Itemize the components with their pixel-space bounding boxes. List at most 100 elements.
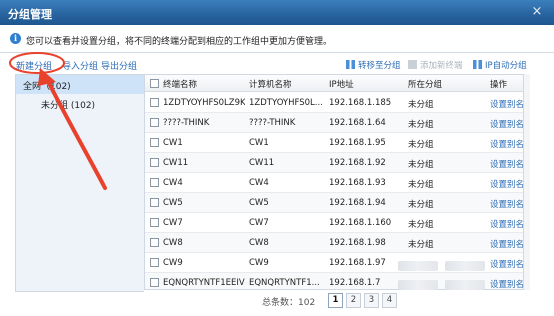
cell-name: CW4 — [163, 178, 183, 188]
table-header: 终端名称 计算机名称 IP地址 所在分组 操作 — [145, 75, 523, 92]
cell-name: CW7 — [163, 218, 183, 228]
set-alias-link[interactable]: 设置别名 — [490, 218, 523, 230]
toolbar: 新建分组 导入分组 导出分组 转移至分组 添加新终端 IP自动分组 — [0, 52, 554, 74]
cell-computer: CW8 — [249, 238, 269, 248]
cell-computer: ????-THINK — [249, 118, 296, 128]
ip-group-icon — [473, 60, 482, 69]
cell-computer: 1ZDTYOYHFS0L... — [249, 98, 323, 108]
cell-ip: 192.168.1.95 — [329, 138, 386, 148]
header-group[interactable]: 所在分组 — [408, 78, 480, 90]
title-bar: 分组管理 × — [0, 0, 554, 25]
header-name[interactable]: 终端名称 — [163, 78, 245, 90]
cell-computer: CW7 — [249, 218, 269, 228]
cell-name: CW5 — [163, 198, 183, 208]
table-row[interactable]: CW5 CW5 192.168.1.94 未分组 设置别名 — [145, 193, 523, 213]
set-alias-link[interactable]: 设置别名 — [490, 98, 523, 110]
row-checkbox[interactable] — [150, 158, 159, 167]
set-alias-link[interactable]: 设置别名 — [490, 138, 523, 150]
cell-ip: 192.168.1.7 — [329, 278, 381, 288]
window-title: 分组管理 — [8, 8, 52, 21]
cell-computer: CW9 — [249, 258, 269, 268]
info-bar: i 您可以查看并设置分组，将不同的终端分配到相应的工作组中更加方便管理。 — [0, 25, 554, 51]
table-row[interactable]: CW8 CW8 192.168.1.98 未分组 设置别名 — [145, 233, 523, 253]
add-terminal-icon — [408, 60, 417, 69]
page-3-button[interactable]: 3 — [364, 293, 379, 308]
table-row[interactable]: 1ZDTYOYHFS0LZ9K 1ZDTYOYHFS0L... 192.168.1.… — [145, 93, 523, 113]
header-ip[interactable]: IP地址 — [329, 78, 405, 90]
set-alias-link[interactable]: 设置别名 — [490, 238, 523, 250]
cell-ip: 192.168.1.160 — [329, 218, 392, 228]
cell-ip: 192.168.1.185 — [329, 98, 392, 108]
select-all-checkbox[interactable] — [150, 79, 159, 88]
cell-ip: 192.168.1.93 — [329, 178, 386, 188]
cell-name: CW1 — [163, 138, 183, 148]
ip-auto-group-button[interactable]: IP自动分组 — [473, 59, 527, 71]
row-checkbox[interactable] — [150, 258, 159, 267]
set-alias-link[interactable]: 设置别名 — [490, 118, 523, 130]
cell-name: CW11 — [163, 158, 189, 168]
cell-group: 未分组 — [408, 240, 434, 250]
row-checkbox[interactable] — [150, 98, 159, 107]
cell-group: 未分组 — [408, 200, 434, 210]
blurred-area — [398, 261, 438, 271]
import-group-link[interactable]: 导入分组 — [62, 59, 98, 72]
cell-ip: 192.168.1.97 — [329, 258, 386, 268]
cell-group: 未分组 — [408, 140, 434, 150]
set-alias-link[interactable]: 设置别名 — [490, 278, 523, 289]
cell-name: CW9 — [163, 258, 183, 268]
row-checkbox[interactable] — [150, 238, 159, 247]
page-4-button[interactable]: 4 — [382, 293, 397, 308]
cell-group: 未分组 — [408, 160, 434, 170]
row-checkbox[interactable] — [150, 178, 159, 187]
row-checkbox[interactable] — [150, 218, 159, 227]
cell-ip: 192.168.1.94 — [329, 198, 386, 208]
total-count: 总条数：102 — [262, 298, 316, 308]
set-alias-link[interactable]: 设置别名 — [490, 258, 523, 270]
cell-name: 1ZDTYOYHFS0LZ9K — [163, 98, 245, 108]
blurred-area — [445, 261, 485, 271]
cell-group: 未分组 — [408, 220, 434, 230]
move-to-group-button[interactable]: 转移至分组 — [346, 59, 401, 71]
cell-name: ????-THINK — [163, 118, 210, 128]
page-2-button[interactable]: 2 — [346, 293, 361, 308]
cell-ip: 192.168.1.64 — [329, 118, 386, 128]
cell-computer: CW11 — [249, 158, 275, 168]
cell-name: EQNQRTYNTF1EEIV — [163, 278, 245, 288]
cell-name: CW8 — [163, 238, 183, 248]
tree-item-ungrouped[interactable]: 未分组 (102) — [41, 98, 95, 111]
terminal-table: 终端名称 计算机名称 IP地址 所在分组 操作 1ZDTYOYHFS0LZ9K 1… — [144, 74, 524, 290]
info-text: 您可以查看并设置分组，将不同的终端分配到相应的工作组中更加方便管理。 — [26, 37, 333, 47]
table-row[interactable]: ????-THINK ????-THINK 192.168.1.64 未分组 设置别名 — [145, 113, 523, 133]
row-checkbox[interactable] — [150, 138, 159, 147]
cell-ip: 192.168.1.98 — [329, 238, 386, 248]
table-row[interactable]: CW1 CW1 192.168.1.95 未分组 设置别名 — [145, 133, 523, 153]
header-computer[interactable]: 计算机名称 — [249, 78, 327, 90]
cell-computer: EQNQRTYNTF1... — [249, 278, 320, 288]
blurred-area — [445, 280, 485, 290]
cell-group: 未分组 — [408, 100, 434, 110]
table-row[interactable]: CW4 CW4 192.168.1.93 未分组 设置别名 — [145, 173, 523, 193]
add-terminal-button: 添加新终端 — [408, 59, 463, 71]
row-checkbox[interactable] — [150, 118, 159, 127]
cell-computer: CW5 — [249, 198, 269, 208]
row-checkbox[interactable] — [150, 198, 159, 207]
blurred-area — [398, 280, 438, 290]
cell-computer: CW1 — [249, 138, 269, 148]
cell-computer: CW4 — [249, 178, 269, 188]
table-row[interactable]: CW7 CW7 192.168.1.160 未分组 设置别名 — [145, 213, 523, 233]
table-row[interactable]: CW11 CW11 192.168.1.92 未分组 设置别名 — [145, 153, 523, 173]
move-icon — [346, 60, 355, 69]
info-icon: i — [10, 33, 21, 44]
new-group-link[interactable]: 新建分组 — [16, 59, 52, 72]
row-checkbox[interactable] — [150, 278, 159, 287]
set-alias-link[interactable]: 设置别名 — [490, 198, 523, 210]
set-alias-link[interactable]: 设置别名 — [490, 178, 523, 190]
set-alias-link[interactable]: 设置别名 — [490, 158, 523, 170]
group-tree: 全网（102) 未分组 (102) — [15, 74, 144, 292]
scrollbar[interactable] — [524, 74, 530, 290]
close-icon[interactable]: × — [529, 4, 545, 20]
page-1-button[interactable]: 1 — [328, 293, 343, 308]
tree-item-all[interactable]: 全网（102) — [16, 75, 144, 94]
cell-ip: 192.168.1.92 — [329, 158, 386, 168]
export-group-link[interactable]: 导出分组 — [101, 59, 137, 72]
